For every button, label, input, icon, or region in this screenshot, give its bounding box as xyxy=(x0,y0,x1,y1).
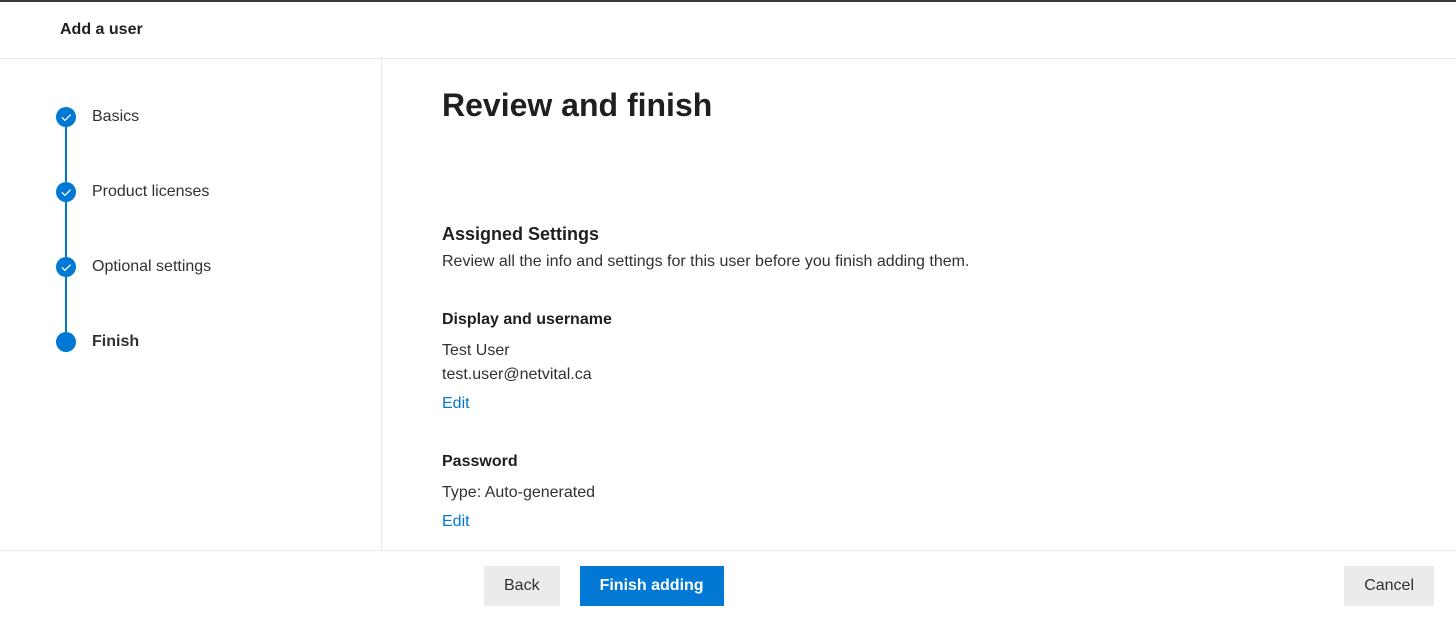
step-label: Optional settings xyxy=(92,258,211,276)
step-label: Basics xyxy=(92,108,139,126)
step-label: Finish xyxy=(92,333,139,351)
edit-password-link[interactable]: Edit xyxy=(442,513,470,531)
wizard-footer: Back Finish adding Cancel xyxy=(0,550,1456,621)
checkmark-icon xyxy=(56,257,76,277)
step-optional-settings[interactable]: Optional settings xyxy=(56,257,381,277)
step-connector xyxy=(65,202,67,257)
main-content: Review and finish Assigned Settings Revi… xyxy=(382,59,1456,550)
step-label: Product licenses xyxy=(92,183,209,201)
password-group: Password Type: Auto-generated Edit xyxy=(442,453,1396,531)
step-basics[interactable]: Basics xyxy=(56,107,381,127)
password-type-value: Type: Auto-generated xyxy=(442,481,1396,505)
panel-header: Add a user xyxy=(0,2,1456,59)
edit-display-username-link[interactable]: Edit xyxy=(442,395,470,413)
assigned-settings-title: Assigned Settings xyxy=(442,224,1396,245)
display-username-group: Display and username Test User test.user… xyxy=(442,311,1396,413)
step-connector xyxy=(65,127,67,182)
assigned-settings-desc: Review all the info and settings for thi… xyxy=(442,253,1396,271)
display-name-value: Test User xyxy=(442,339,1396,363)
cancel-button[interactable]: Cancel xyxy=(1344,566,1434,606)
step-connector xyxy=(65,277,67,332)
panel-title: Add a user xyxy=(60,21,143,39)
username-email-value: test.user@netvital.ca xyxy=(442,363,1396,387)
step-finish[interactable]: Finish xyxy=(56,332,381,352)
finish-adding-button[interactable]: Finish adding xyxy=(580,566,724,606)
checkmark-icon xyxy=(56,107,76,127)
current-step-dot-icon xyxy=(56,332,76,352)
page-heading: Review and finish xyxy=(442,87,1396,124)
checkmark-icon xyxy=(56,182,76,202)
display-username-title: Display and username xyxy=(442,311,1396,329)
back-button[interactable]: Back xyxy=(484,566,560,606)
wizard-steps-sidebar: Basics Product licenses Optional setting… xyxy=(0,59,382,550)
step-product-licenses[interactable]: Product licenses xyxy=(56,182,381,202)
password-title: Password xyxy=(442,453,1396,471)
panel-body: Basics Product licenses Optional setting… xyxy=(0,59,1456,550)
